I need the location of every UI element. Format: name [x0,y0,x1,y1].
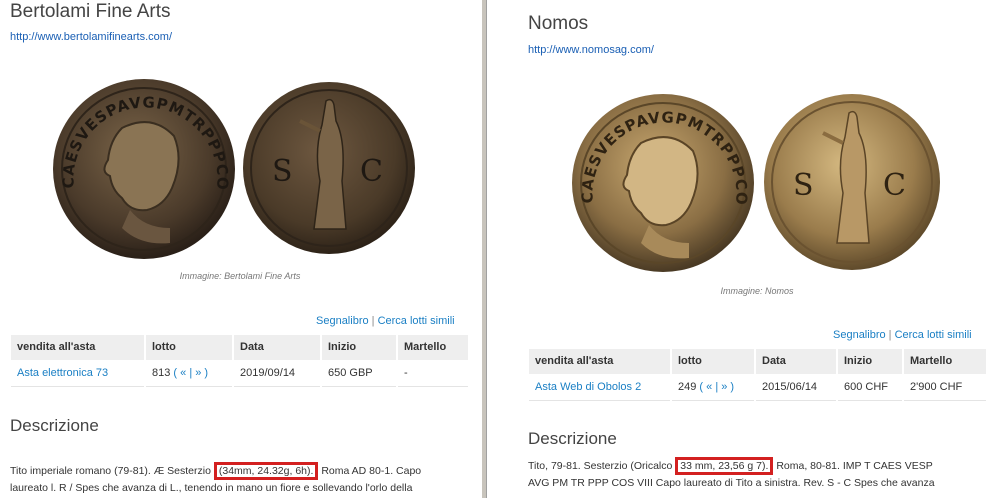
bookmark-link[interactable]: Segnalibro [833,329,886,341]
description-title: Descrizione [528,429,617,448]
sale-link[interactable]: Asta elettronica 73 [17,367,108,379]
link-separator: | [371,315,375,327]
coin-letter-s: S [793,168,814,203]
description-title: Descrizione [10,416,99,435]
description-line1-after: Roma, 80-81. IMP T CAES VESP [776,460,933,472]
auction-pane-right: Nomos http://www.nomosag.com/ CAESVESPAV… [486,0,1000,498]
coin-letter-c: C [360,154,383,189]
link-separator: | [888,329,892,341]
lot-nav[interactable]: ( « | » ) [699,381,734,393]
auction-house-name: Bertolami Fine Arts [10,1,171,22]
lot-nav[interactable]: ( « | » ) [173,367,208,379]
description-text: Tito imperiale romano (79-81). Æ Sesterz… [10,462,422,497]
column-header-lot: lotto [670,349,755,375]
lot-actions: Segnalibro | Cerca lotti simili [316,315,455,327]
description-line1-after: Roma AD 80-1. Capo [321,465,422,477]
sale-link[interactable]: Asta Web di Obolos 2 [535,381,641,393]
coin-obverse-image: CAESVESPAVGPMTRPPPCOSVIII [571,93,755,273]
similar-lots-link[interactable]: Cerca lotti simili [895,329,972,341]
coin-obverse-image: CAESVESPAVGPMTRPPPCOSVIII [52,78,236,260]
image-caption: Immagine: Nomos [720,286,794,296]
lot-date: 2019/09/14 [232,359,321,387]
column-header-sale: vendita all'asta [529,349,671,375]
dimension-highlight: (34mm, 24.32g, 6h). [213,462,319,480]
table-row: Asta Web di Obolos 2 249 ( « | » ) 2015/… [529,373,986,401]
description-line2: laureato l. R / Spes che avanza di L., t… [10,482,413,494]
auction-house-name: Nomos [528,13,589,34]
image-caption: Immagine: Bertolami Fine Arts [179,271,301,281]
column-header-hammer: Martello [902,349,986,375]
column-header-hammer: Martello [396,335,468,361]
description-text: Tito, 79-81. Sesterzio (Oricalco 33 mm, … [528,457,935,492]
auction-house-link[interactable]: http://www.nomosag.com/ [528,44,654,56]
lot-actions: Segnalibro | Cerca lotti simili [833,329,972,341]
lot-hammer-price: 2'900 CHF [902,373,986,401]
lot-table: vendita all'asta lotto Data Inizio Marte… [529,349,986,401]
column-header-date: Data [754,349,837,375]
table-header-row: vendita all'asta lotto Data Inizio Marte… [11,335,468,361]
lot-start-price: 650 GBP [320,359,397,387]
bookmark-link[interactable]: Segnalibro [316,315,369,327]
column-header-sale: vendita all'asta [11,335,145,361]
column-header-start: Inizio [320,335,397,361]
column-header-date: Data [232,335,321,361]
lot-table: vendita all'asta lotto Data Inizio Marte… [11,335,468,387]
description-line2: AVG PM TR PPP COS VIII Capo laureato di … [528,477,935,489]
description-line1-before: Tito, 79-81. Sesterzio (Oricalco [528,460,673,472]
lot-number: 249 [678,381,697,393]
lot-start-price: 600 CHF [836,373,903,401]
table-header-row: vendita all'asta lotto Data Inizio Marte… [529,349,986,375]
lot-hammer-price: - [396,359,468,387]
coin-letter-c: C [883,168,906,203]
similar-lots-link[interactable]: Cerca lotti simili [378,315,455,327]
auction-house-link[interactable]: http://www.bertolamifinearts.com/ [10,31,172,43]
lot-date: 2015/06/14 [754,373,837,401]
column-header-lot: lotto [144,335,233,361]
lot-number: 813 [152,367,171,379]
table-row: Asta elettronica 73 813 ( « | » ) 2019/0… [11,359,468,387]
coin-reverse-image: S C [242,81,416,255]
description-line1-before: Tito imperiale romano (79-81). Æ Sesterz… [10,465,211,477]
auction-pane-left: Bertolami Fine Arts http://www.bertolami… [0,0,482,498]
column-header-start: Inizio [836,349,903,375]
coin-letter-s: S [272,154,293,189]
coin-reverse-image: S C [763,93,941,271]
dimension-highlight: 33 mm, 23,56 g 7). [675,457,774,475]
